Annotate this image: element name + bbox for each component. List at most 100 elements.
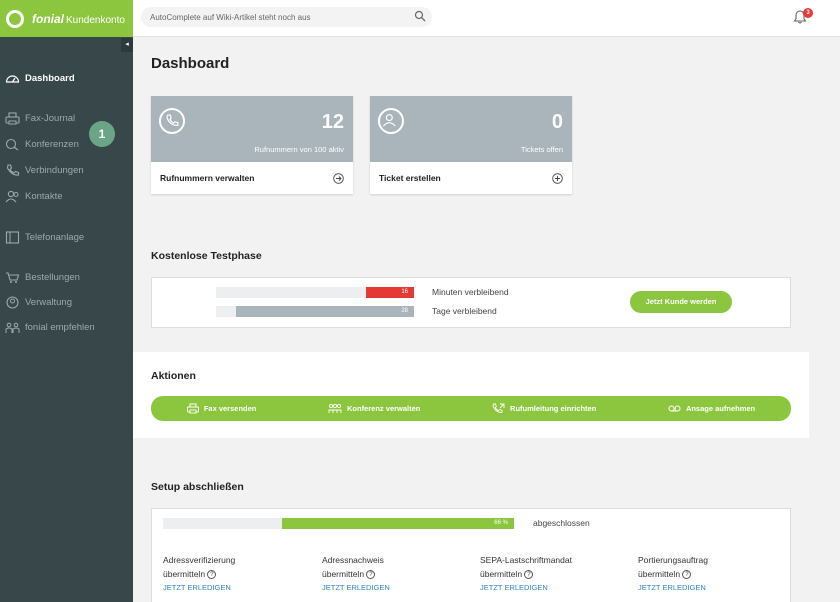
task-subtitle: übermitteln <box>638 569 681 579</box>
step-badge: 1 <box>89 121 115 147</box>
people-icon <box>5 322 20 333</box>
sidebar-item-label: Bestellungen <box>25 271 80 283</box>
forward-call-icon <box>492 403 505 413</box>
send-fax-button[interactable]: Fax versenden <box>186 403 257 414</box>
become-customer-button[interactable]: Jetzt Kunde werden <box>630 291 732 313</box>
task-action-link[interactable]: JETZT ERLEDIGEN <box>480 581 572 595</box>
sidebar-item-telefonanlage[interactable]: Telefonanlage <box>0 227 133 247</box>
search-placeholder: AutoComplete auf Wiki-Artikel steht noch… <box>150 13 311 22</box>
setup-progress-fill: 66 % <box>282 518 514 529</box>
help-icon[interactable]: ? <box>207 570 217 580</box>
task-title: Adressnachweis <box>322 555 384 565</box>
active-numbers-label: Rufnummern von 100 aktiv <box>254 145 344 154</box>
setup-section-title: Setup abschließen <box>151 481 244 493</box>
manage-numbers-label: Rufnummern verwalten <box>160 173 255 183</box>
plus-circle-icon <box>552 172 563 184</box>
sidebar-item-fax-journal[interactable]: Fax-Journal <box>0 108 133 128</box>
send-fax-label: Fax versenden <box>203 404 257 413</box>
tickets-card: 0 Tickets offen Ticket erstellen <box>370 96 572 194</box>
top-bar: AutoComplete auf Wiki-Artikel steht noch… <box>133 0 840 37</box>
search-input[interactable]: AutoComplete auf Wiki-Artikel steht noch… <box>141 7 432 27</box>
setup-task-address-proof: Adressnachweis übermitteln ? JETZT ERLED… <box>322 553 390 595</box>
sidebar-item-label: Konferenzen <box>25 138 79 150</box>
collapse-sidebar-button[interactable]: ◂ <box>121 38 133 52</box>
task-subtitle: übermitteln <box>480 569 523 579</box>
sidebar-item-dashboard[interactable]: Dashboard <box>0 68 133 88</box>
sidebar-item-label: Verbindungen <box>25 164 84 176</box>
voicemail-icon <box>668 405 681 412</box>
manage-numbers-link[interactable]: Rufnummern verwalten <box>151 162 353 194</box>
cart-icon <box>6 271 20 283</box>
minutes-remaining-label: Minuten verbleibend <box>432 287 509 297</box>
sidebar-item-label: Verwaltung <box>25 296 73 308</box>
speedometer-icon <box>5 75 20 83</box>
days-remaining-fill: 28 <box>235 306 414 317</box>
help-icon[interactable]: ? <box>682 570 692 580</box>
help-icon[interactable]: ? <box>524 570 534 580</box>
create-ticket-label: Ticket erstellen <box>379 173 441 183</box>
open-tickets-label: Tickets offen <box>520 145 563 154</box>
create-ticket-link[interactable]: Ticket erstellen <box>370 162 572 194</box>
sidebar-item-label: Dashboard <box>25 72 75 84</box>
manage-conference-label: Konferenz verwalten <box>347 404 421 413</box>
pbx-icon <box>5 230 20 244</box>
setup-task-porting-order: Portierungsauftrag übermitteln ? JETZT E… <box>638 553 708 595</box>
sidebar-item-kontakte[interactable]: Kontakte <box>0 186 133 206</box>
setup-progress-status: abgeschlossen <box>533 518 590 528</box>
user-icon <box>378 108 404 134</box>
setup-progress-bar: 66 % <box>163 518 514 529</box>
open-tickets-count: 0 <box>551 111 563 133</box>
fax-icon <box>186 403 199 414</box>
conference-icon <box>5 138 19 150</box>
call-forwarding-button[interactable]: Rufumleitung einrichten <box>492 403 596 414</box>
logo-icon <box>6 9 24 28</box>
conference-icon <box>328 403 342 413</box>
brand-logo[interactable]: fonial Kundenkonto <box>0 0 133 37</box>
manage-conference-button[interactable]: Konferenz verwalten <box>328 403 420 414</box>
days-remaining-bar: 28 <box>216 306 414 317</box>
sidebar-item-label: Fax-Journal <box>25 112 76 124</box>
contacts-icon <box>5 190 19 202</box>
task-action-link[interactable]: JETZT ERLEDIGEN <box>163 581 235 595</box>
task-action-link[interactable]: JETZT ERLEDIGEN <box>638 581 708 595</box>
call-forwarding-label: Rufumleitung einrichten <box>510 404 597 413</box>
fax-icon <box>5 111 20 124</box>
record-announcement-label: Ansage aufnehmen <box>685 404 756 413</box>
numbers-card: 12 Rufnummern von 100 aktiv Rufnummern v… <box>151 96 353 194</box>
record-announcement-button[interactable]: Ansage aufnehmen <box>668 404 755 413</box>
sidebar-item-label: Telefonanlage <box>25 231 85 243</box>
trial-panel: 16 Minuten verbleibend 28 Tage verbleibe… <box>151 277 791 328</box>
setup-task-address-verification: Adressverifizierung übermitteln ? JETZT … <box>163 553 235 595</box>
sidebar-item-empfehlen[interactable]: fonial empfehlen <box>0 317 133 337</box>
minutes-remaining-fill: 16 <box>366 287 414 298</box>
setup-panel: 66 % abgeschlossen Adressverifizierung ü… <box>151 508 791 602</box>
help-icon[interactable]: ? <box>366 570 376 580</box>
task-title: Portierungsauftrag <box>638 555 708 565</box>
minutes-remaining-bar: 16 <box>216 287 414 298</box>
task-subtitle: übermitteln <box>163 569 206 579</box>
actions-bar: Fax versenden Konferenz verwalten Rufuml… <box>151 396 791 421</box>
page-title: Dashboard <box>151 55 230 72</box>
task-title: SEPA-Lastschriftmandat <box>480 555 572 565</box>
sidebar-item-label: Kontakte <box>25 190 63 202</box>
sidebar-item-bestellungen[interactable]: Bestellungen <box>0 267 133 287</box>
notification-badge: 3 <box>803 8 813 18</box>
setup-task-sepa-mandate: SEPA-Lastschriftmandat übermitteln ? JET… <box>480 553 572 595</box>
search-icon[interactable] <box>414 10 426 22</box>
actions-section-title: Aktionen <box>151 370 196 382</box>
days-remaining-label: Tage verbleibend <box>432 306 497 316</box>
brand-product: Kundenkonto <box>66 14 125 26</box>
actions-panel <box>133 352 809 438</box>
user-icon <box>6 295 19 309</box>
task-action-link[interactable]: JETZT ERLEDIGEN <box>322 581 390 595</box>
task-subtitle: übermitteln <box>322 569 365 579</box>
active-numbers-count: 12 <box>321 111 344 133</box>
trial-section-title: Kostenlose Testphase <box>151 250 262 262</box>
phone-icon <box>6 163 20 176</box>
sidebar-item-verbindungen[interactable]: Verbindungen <box>0 160 133 180</box>
sidebar-item-verwaltung[interactable]: Verwaltung <box>0 292 133 312</box>
brand-name: fonial <box>32 11 64 26</box>
task-title: Adressverifizierung <box>163 555 236 565</box>
arrow-circle-icon <box>333 172 344 184</box>
phone-icon <box>159 108 185 134</box>
